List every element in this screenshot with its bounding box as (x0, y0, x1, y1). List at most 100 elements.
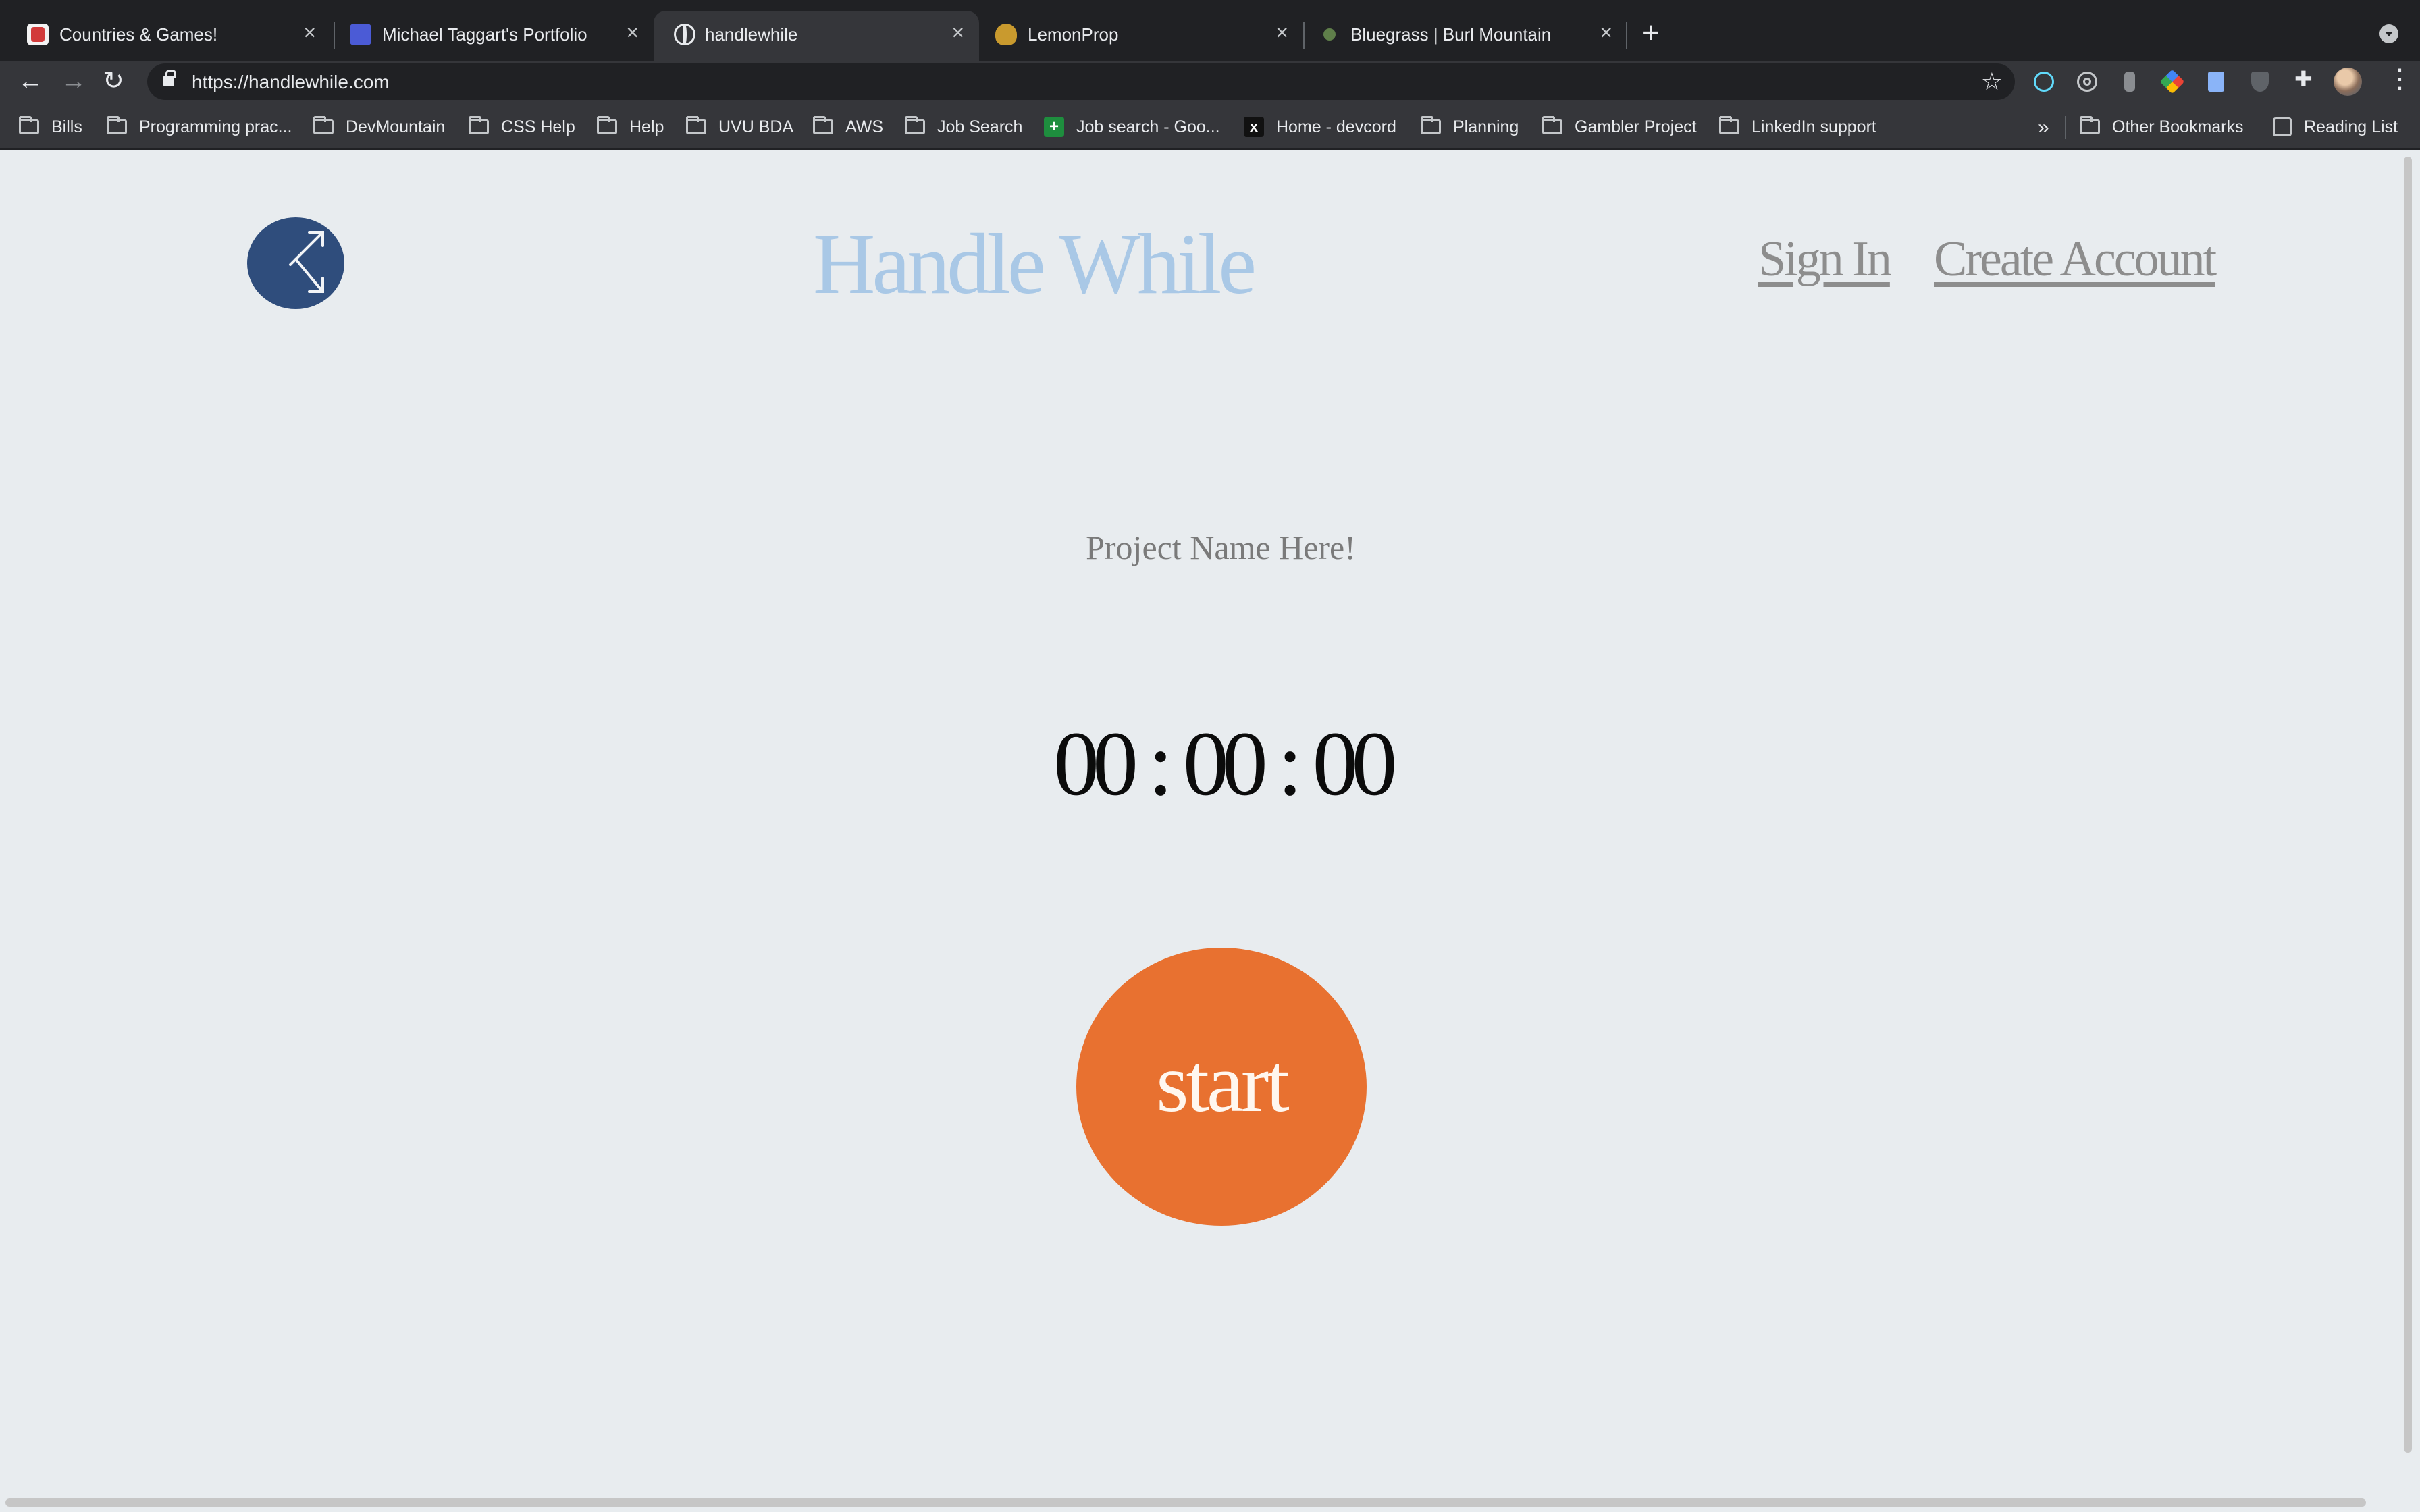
bookmark-label: Planning (1453, 117, 1519, 136)
folder-icon (1719, 116, 1739, 134)
bookmark-planning[interactable]: Planning (1421, 115, 1519, 139)
bookmark-label: AWS (845, 117, 884, 136)
globe-icon (674, 24, 695, 45)
bookmark-label: Gambler Project (1575, 117, 1697, 136)
bookmark-label: Other Bookmarks (2112, 117, 2244, 136)
folder-icon (313, 116, 334, 134)
lock-icon[interactable] (163, 70, 176, 86)
bookmark-job-search[interactable]: Job Search (905, 115, 1022, 139)
timer-display: 00 : 00 : 00 (1053, 713, 1398, 815)
react-devtools-icon[interactable] (2034, 72, 2054, 92)
bookmark-job-search-sheet[interactable]: + Job search - Goo... (1044, 115, 1220, 139)
lemonprop-favicon-icon (995, 24, 1017, 45)
bookmark-label: Bills (51, 117, 82, 136)
tab-title: Bluegrass | Burl Mountain (1350, 24, 1552, 45)
bookmark-label: LinkedIn support (1752, 117, 1876, 136)
bookmark-bills[interactable]: Bills (19, 115, 82, 139)
start-button[interactable]: start (1076, 948, 1367, 1226)
expand-arrows-icon (289, 231, 324, 293)
bookmark-css-help[interactable]: CSS Help (469, 115, 575, 139)
close-icon[interactable]: × (951, 22, 964, 43)
bookmark-label: Programming prac... (139, 117, 292, 136)
folder-icon (1421, 116, 1441, 134)
project-name: Project Name Here! (1086, 529, 1356, 566)
bookmark-label: Home - devcord (1276, 117, 1396, 136)
avatar[interactable] (2334, 68, 2362, 96)
bookmark-label: Reading List (2304, 117, 2398, 136)
bookmark-programming-prac[interactable]: Programming prac... (107, 115, 292, 139)
horizontal-scrollbar[interactable] (5, 1498, 2366, 1507)
close-icon[interactable]: × (303, 22, 316, 43)
bookmark-gambler-project[interactable]: Gambler Project (1542, 115, 1697, 139)
bookmark-aws[interactable]: AWS (813, 115, 883, 139)
sign-in-link[interactable]: Sign In (1758, 231, 1892, 288)
browser-toolbar: ← → ↻ https://handlewhile.com ☆ ✚ ⋮ (0, 61, 2420, 103)
color-picker-icon[interactable] (2159, 69, 2185, 94)
bookmark-devmountain[interactable]: DevMountain (313, 115, 445, 139)
site-title: Handle While (813, 216, 1257, 312)
tab-handlewhile[interactable]: handlewhile × (654, 11, 979, 61)
bookmark-label: Help (629, 117, 664, 136)
vertical-scrollbar[interactable] (2404, 157, 2412, 1453)
folder-icon (1542, 116, 1562, 134)
forward-arrow-icon[interactable]: → (61, 65, 86, 97)
sheets-icon: + (1044, 117, 1064, 137)
countries-favicon-icon (27, 24, 49, 45)
tab-separator (1626, 22, 1627, 49)
docs-extension-icon[interactable] (2208, 72, 2224, 92)
tab-title: Michael Taggart's Portfolio (382, 24, 587, 45)
bookmark-label: DevMountain (346, 117, 446, 136)
bookmark-label: Job Search (937, 117, 1023, 136)
close-icon[interactable]: × (626, 22, 639, 43)
target-extension-icon[interactable] (2077, 72, 2097, 92)
devcord-icon: x (1244, 117, 1264, 137)
reading-list-icon (2273, 117, 2292, 136)
bookmark-linkedin-support[interactable]: LinkedIn support (1719, 115, 1876, 139)
bookmarks-divider (2065, 116, 2066, 139)
reload-icon[interactable]: ↻ (103, 65, 124, 97)
site-logo[interactable] (247, 217, 344, 309)
bookmarks-overflow-chevron-icon[interactable]: » (2038, 116, 2049, 139)
folder-icon (813, 116, 833, 134)
reading-list[interactable]: Reading List (2273, 115, 2398, 139)
tab-title: handlewhile (705, 24, 798, 45)
url-text[interactable]: https://handlewhile.com (192, 72, 390, 93)
browser-tab-strip: Countries & Games! × Michael Taggart's P… (0, 0, 2420, 61)
bookmark-star-icon[interactable]: ☆ (1981, 68, 2003, 96)
burl-mountain-favicon-icon (1323, 28, 1336, 40)
bookmark-home-devcord[interactable]: x Home - devcord (1244, 115, 1396, 139)
back-arrow-icon[interactable]: ← (18, 65, 43, 97)
page-viewport: Handle While Sign In Create Account Proj… (0, 150, 2420, 1512)
create-account-link[interactable]: Create Account (1934, 231, 2217, 288)
folder-icon (19, 116, 39, 134)
bookmarks-bar: Bills Programming prac... DevMountain CS… (0, 103, 2420, 150)
tab-title: LemonProp (1028, 24, 1119, 45)
folder-icon (686, 116, 706, 134)
extension-icon[interactable] (2124, 72, 2135, 92)
close-icon[interactable]: × (1275, 22, 1288, 43)
bookmark-label: Job search - Goo... (1076, 117, 1220, 136)
folder-icon (107, 116, 127, 134)
tab-title: Countries & Games! (59, 24, 218, 45)
portfolio-favicon-icon (350, 24, 371, 45)
address-bar[interactable]: https://handlewhile.com ☆ (147, 63, 2015, 100)
bookmark-label: UVU BDA (718, 117, 794, 136)
tab-michael-taggart-portfolio[interactable]: Michael Taggart's Portfolio × (323, 11, 654, 61)
shield-icon[interactable] (2251, 72, 2269, 92)
tab-lemonprop[interactable]: LemonProp × (972, 11, 1303, 61)
tab-search-icon[interactable] (2379, 24, 2398, 43)
folder-icon (469, 116, 489, 134)
bookmark-help[interactable]: Help (597, 115, 664, 139)
bookmark-label: CSS Help (501, 117, 575, 136)
more-menu-icon[interactable]: ⋮ (2386, 63, 2413, 94)
folder-icon (905, 116, 925, 134)
start-label: start (1156, 1037, 1289, 1129)
folder-icon (2080, 116, 2100, 134)
tab-countries-games[interactable]: Countries & Games! × (0, 11, 331, 61)
tab-bluegrass-burl-mountain[interactable]: Bluegrass | Burl Mountain × (1296, 11, 1627, 61)
puzzle-icon[interactable]: ✚ (2294, 68, 2315, 90)
close-icon[interactable]: × (1600, 22, 1612, 43)
other-bookmarks[interactable]: Other Bookmarks (2080, 115, 2244, 139)
bookmark-uvu-bda[interactable]: UVU BDA (686, 115, 793, 139)
new-tab-button[interactable]: + (1642, 16, 1660, 50)
